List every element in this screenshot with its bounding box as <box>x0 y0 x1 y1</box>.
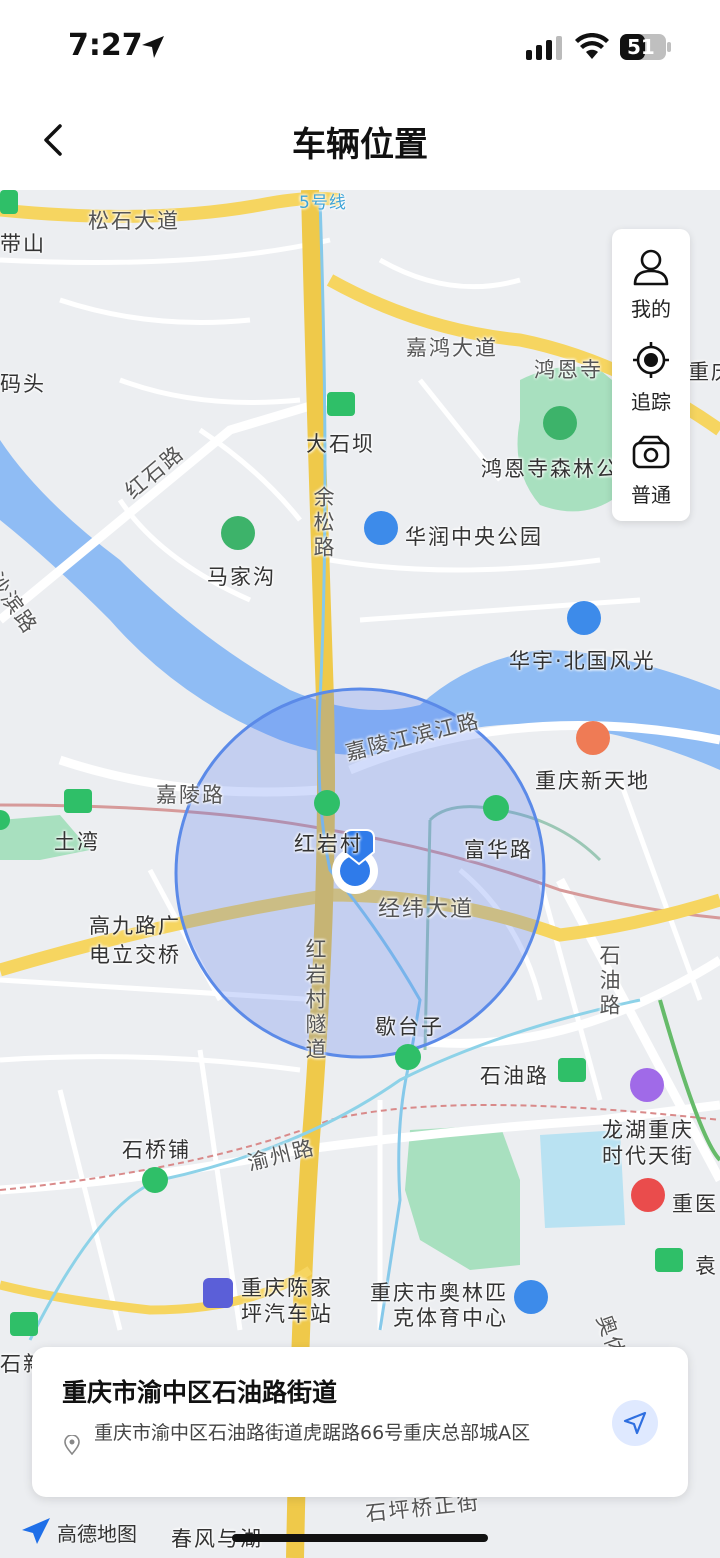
map-label-line5: 5号线 <box>299 193 347 213</box>
normal-view-button[interactable]: 普通 <box>612 419 690 511</box>
map-label-jingwei: 经纬大道 <box>378 897 475 922</box>
map-label-dashiba: 大石坝 <box>306 432 375 456</box>
map-side-panel: 我的 追踪 普通 <box>612 229 690 521</box>
amap-logo-icon <box>22 1518 50 1544</box>
amap-logo-text: 高德地图 <box>57 1522 137 1546</box>
location-arrow-icon <box>142 36 164 58</box>
map-label-tuwan: 土湾 <box>54 830 100 854</box>
track-button-label: 追踪 <box>631 390 671 414</box>
map-label-shiqiaopu: 石桥铺 <box>122 1138 191 1162</box>
map-label-shiyou-road-vertical: 石油路 <box>597 944 621 1019</box>
location-title: 重庆市渝中区石油路街道 <box>62 1378 338 1407</box>
map-label-hongensi: 鸿恩寺 <box>534 358 603 382</box>
map-label-huarun: 华润中央公园 <box>405 525 543 549</box>
map-label-hongyancun-station: 红岩村 <box>294 832 363 856</box>
page-title: 车辆位置 <box>292 125 428 165</box>
map-label-matou: 码头 <box>0 372 46 396</box>
location-card: 重庆市渝中区石油路街道 重庆市渝中区石油路街道虎踞路66号重庆总部城A区 <box>32 1347 688 1497</box>
status-time: 7:27 <box>68 28 143 63</box>
map-label-chenjiaping-2: 坪汽车站 <box>241 1302 333 1326</box>
track-button[interactable]: 追踪 <box>612 326 690 418</box>
map-label-jiahong: 嘉鸿大道 <box>406 336 498 360</box>
map-label-getaizi: 歇台子 <box>375 1015 444 1039</box>
navigate-button[interactable] <box>612 1400 658 1446</box>
map-label-yusong: 余松路 <box>311 486 335 561</box>
status-bar: 7:27 51 <box>0 0 720 95</box>
battery-icon: 51 <box>620 34 671 60</box>
map-label-songshi: 松石大道 <box>88 209 180 233</box>
map-label-hongenpark: 鸿恩寺森林公 <box>481 457 619 481</box>
camera-icon <box>632 435 670 469</box>
map-label-olympic-2: 克体育中心 <box>393 1306 508 1330</box>
map-label-gaojiu-1: 高九路广 <box>89 914 181 938</box>
navigation-arrow-icon <box>623 1411 647 1435</box>
map-label-yuan: 袁 <box>695 1254 718 1278</box>
map-label-chongqing-right: 重庆 <box>688 360 720 384</box>
location-address: 重庆市渝中区石油路街道虎踞路66号重庆总部城A区 <box>94 1422 531 1444</box>
map-label-longhu-2: 时代天街 <box>602 1144 694 1168</box>
person-icon <box>633 249 669 286</box>
wifi-icon <box>575 33 609 59</box>
crosshair-icon <box>633 342 669 378</box>
normal-view-button-label: 普通 <box>631 483 671 507</box>
map-label-majiagou: 马家沟 <box>207 565 276 589</box>
map-label-hongyan-tunnel: 红岩村隧道 <box>303 938 327 1063</box>
home-indicator <box>232 1534 488 1542</box>
map-label-chongyi: 重医 <box>672 1192 718 1216</box>
my-button[interactable]: 我的 <box>612 233 690 325</box>
map-label-daishan: 带山 <box>0 232 46 256</box>
map-label-huayu: 华宇·北国风光 <box>509 649 656 673</box>
my-button-label: 我的 <box>631 297 671 321</box>
map-label-jialinglu: 嘉陵路 <box>156 783 225 807</box>
map-label-gaojiu-2: 电立交桥 <box>89 943 181 967</box>
map-label-xintiandi: 重庆新天地 <box>535 769 650 793</box>
map-label-fuhua: 富华路 <box>464 838 533 862</box>
battery-level: 51 <box>627 35 655 59</box>
map-label-shiyoulu: 石油路 <box>480 1064 549 1088</box>
cellular-signal-icon <box>526 36 562 60</box>
map-pin-icon <box>64 1435 80 1455</box>
